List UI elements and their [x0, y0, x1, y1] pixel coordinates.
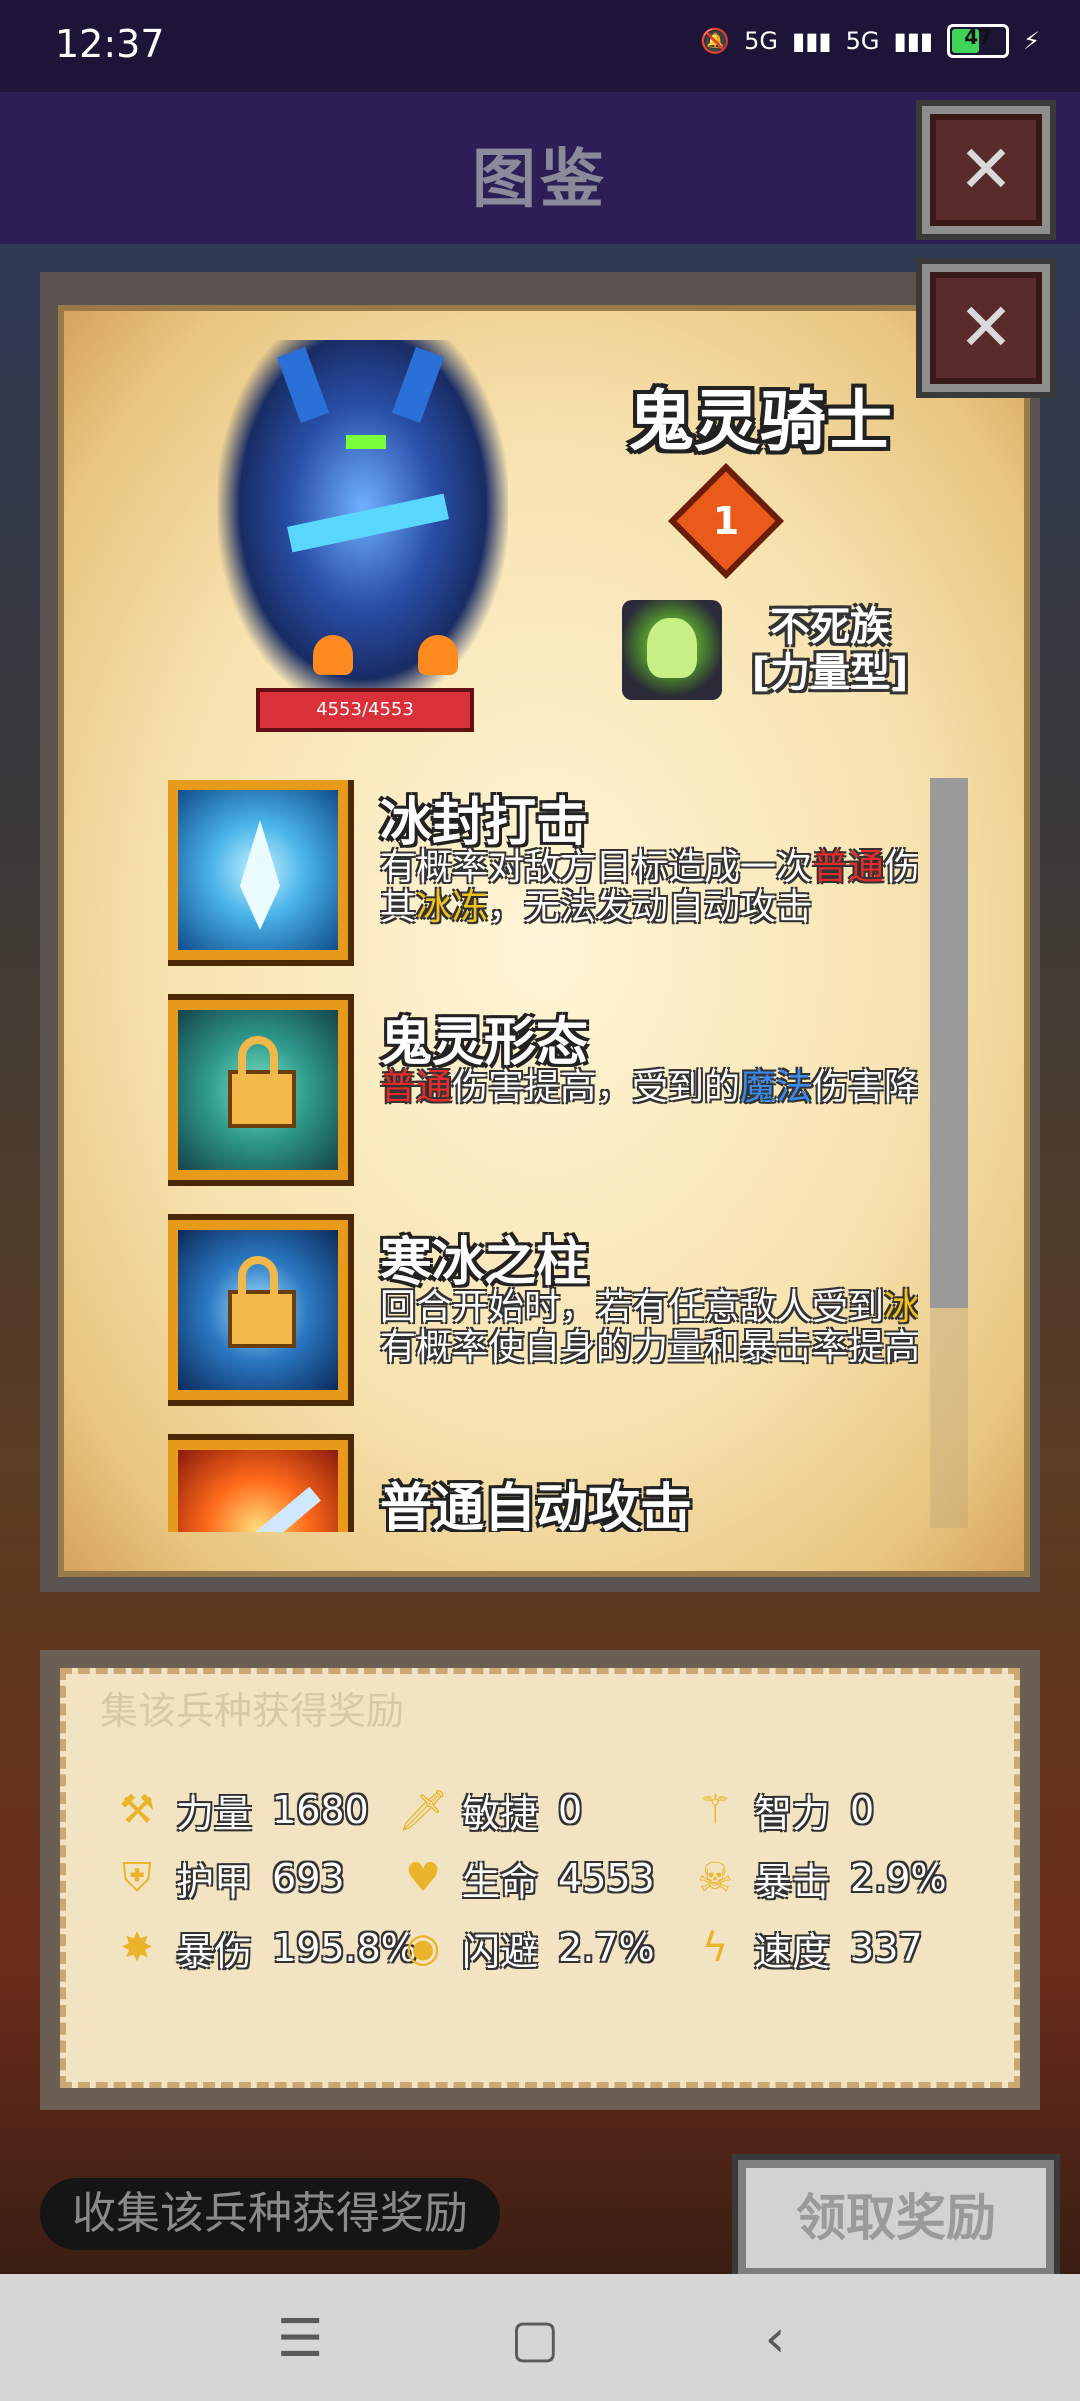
- signal-icon: ▮▮▮: [893, 27, 934, 55]
- skill-description: 回合开始时，若有任意敌人受到冰冻影响，有概率使自身的力量和暴击率提高: [380, 1287, 918, 1368]
- page-title: 图鉴: [472, 143, 608, 217]
- shield-icon: ⛨: [122, 1855, 152, 1901]
- lock-icon: [228, 1256, 296, 1348]
- skill-name: 冰封打击: [380, 793, 589, 853]
- race-name: 不死族: [770, 604, 890, 650]
- ice-crystal-icon: [168, 780, 348, 960]
- detail-close-button[interactable]: ✕: [922, 264, 1050, 392]
- skull-icon: ☠: [697, 1855, 733, 1901]
- staff-icon: ⚚: [697, 1787, 733, 1833]
- race-label: 不死族 [力量型]: [730, 604, 930, 696]
- network-5g-1: 5G: [744, 27, 779, 55]
- status-time: 12:37: [55, 22, 165, 66]
- battery-icon: 47: [947, 24, 1010, 58]
- axe-icon: ⚒: [119, 1787, 155, 1833]
- flaming-sword-icon: [168, 1440, 348, 1532]
- stat-intelligence: ⚚ 智力 0: [690, 1780, 874, 1840]
- stat-health: ♥ 生命 4553: [398, 1848, 655, 1908]
- collect-reward-label: 收集该兵种获得奖励: [40, 2178, 500, 2250]
- undead-skull-icon: [622, 600, 722, 700]
- skill-item[interactable]: 冰封打击 有概率对敌方目标造成一次普通伤害，并使其冰冻，无法发动自动攻击: [168, 780, 918, 980]
- locked-skill-icon: [168, 1220, 348, 1400]
- skill-name: 普通自动攻击: [380, 1479, 693, 1532]
- unit-portrait: [218, 340, 508, 710]
- close-icon: ✕: [958, 289, 1014, 366]
- hp-bar: 4553/4553: [256, 688, 474, 732]
- skill-description: 有概率对敌方目标造成一次普通伤害，并使其冰冻，无法发动自动攻击: [380, 847, 918, 928]
- claim-reward-button[interactable]: 领取奖励: [738, 2160, 1054, 2276]
- menu-icon[interactable]: ☰: [265, 2304, 335, 2374]
- unit-name: 鬼灵骑士: [628, 383, 892, 460]
- network-5g-2: 5G: [845, 27, 880, 55]
- burst-icon: ✸: [120, 1925, 154, 1971]
- dagger-icon: 🗡: [397, 1787, 449, 1834]
- stat-crit: ☠ 暴击 2.9%: [690, 1848, 947, 1908]
- battery-level: 47: [964, 25, 993, 49]
- stat-crit-damage: ✸ 暴伤 195.8%: [112, 1918, 417, 1978]
- skill-scrollbar-thumb[interactable]: [930, 778, 968, 1308]
- faint-reward-label: 集该兵种获得奖励: [100, 1689, 405, 1733]
- header: 图鉴 ✕: [0, 92, 1080, 244]
- skill-item[interactable]: 寒冰之柱 回合开始时，若有任意敌人受到冰冻影响，有概率使自身的力量和暴击率提高: [168, 1220, 918, 1420]
- close-icon: ✕: [958, 131, 1014, 208]
- rank-value: 1: [712, 499, 740, 543]
- heart-icon: ♥: [405, 1855, 441, 1901]
- lightning-icon: ϟ: [701, 1925, 729, 1971]
- skill-list[interactable]: 冰封打击 有概率对敌方目标造成一次普通伤害，并使其冰冻，无法发动自动攻击 鬼灵形…: [168, 780, 918, 1532]
- status-bar: 12:37 🔕 5G ▮▮▮ 5G ▮▮▮ 47 ⚡: [0, 0, 1080, 92]
- skill-item[interactable]: 鬼灵形态 普通伤害提高，受到的魔法伤害降低: [168, 1000, 918, 1200]
- eye-icon: ◉: [405, 1925, 441, 1971]
- race-type: [力量型]: [751, 650, 909, 696]
- stat-strength: ⚒ 力量 1680: [112, 1780, 369, 1840]
- stat-speed: ϟ 速度 337: [690, 1918, 923, 1978]
- skill-item[interactable]: 普通自动攻击: [168, 1440, 918, 1532]
- mute-icon: 🔕: [700, 27, 731, 55]
- home-icon[interactable]: ▢: [500, 2304, 570, 2374]
- skill-name: 寒冰之柱: [380, 1233, 589, 1293]
- locked-skill-icon: [168, 1000, 348, 1180]
- lock-icon: [228, 1036, 296, 1128]
- status-icons: 🔕 5G ▮▮▮ 5G ▮▮▮ 47 ⚡: [700, 24, 1040, 58]
- stat-armor: ⛨ 护甲 693: [112, 1848, 345, 1908]
- skill-description: 普通伤害提高，受到的魔法伤害降低: [380, 1067, 918, 1108]
- header-close-button[interactable]: ✕: [922, 106, 1050, 234]
- stat-agility: 🗡 敏捷 0: [397, 1780, 583, 1840]
- skill-name: 鬼灵形态: [380, 1013, 589, 1073]
- charging-icon: ⚡: [1023, 27, 1040, 55]
- signal-icon: ▮▮▮: [792, 27, 832, 55]
- back-icon[interactable]: ‹: [740, 2304, 810, 2374]
- system-nav-bar: ☰ ▢ ‹: [0, 2274, 1080, 2401]
- stat-dodge: ◉ 闪避 2.7%: [398, 1918, 655, 1978]
